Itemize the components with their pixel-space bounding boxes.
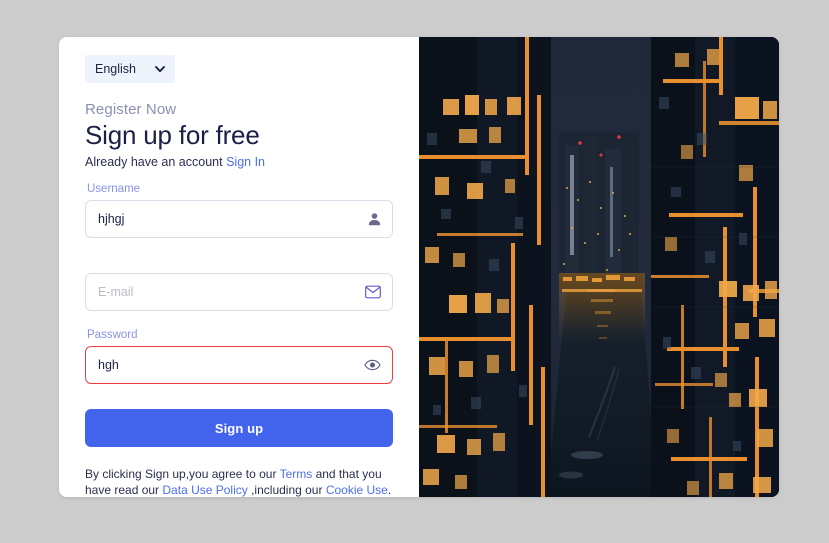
cityscape-illustration [419,37,779,497]
password-input[interactable] [86,347,392,383]
page-title: Sign up for free [85,120,260,150]
signup-card: English Register Now Sign up for free Al… [59,37,779,497]
username-input-wrap[interactable] [85,200,393,238]
password-input-wrap[interactable] [85,346,393,384]
legal-text: By clicking Sign up,you agree to our Ter… [85,466,393,497]
envelope-icon [365,285,381,299]
signup-button[interactable]: Sign up [85,409,393,447]
password-label: Password [87,329,138,341]
account-prompt-text: Already have an account [85,155,227,169]
eye-icon[interactable] [364,359,381,371]
email-label [87,256,393,270]
sign-in-link[interactable]: Sign In [226,155,265,169]
user-icon [368,212,381,226]
language-selector[interactable]: English [85,55,175,83]
username-input[interactable] [86,201,392,237]
data-use-policy-link[interactable]: Data Use Policy [162,483,247,497]
username-label: Username [87,183,141,195]
username-field: Username [85,183,393,238]
form-panel: English Register Now Sign up for free Al… [59,37,419,497]
password-field: Password [85,329,393,384]
email-input-wrap[interactable] [85,273,393,311]
legal-part-3: ,including our [247,483,326,497]
signup-page: English Register Now Sign up for free Al… [0,0,829,543]
legal-part-1: By clicking Sign up,you agree to our [85,467,280,481]
night-cityscape-image [419,37,779,497]
account-prompt: Already have an account Sign In [85,155,393,169]
language-select[interactable]: English [85,55,175,83]
legal-part-4: . [387,483,392,497]
email-input[interactable] [86,274,392,310]
cookie-use-link[interactable]: Cookie Use [326,483,388,497]
eyebrow-text: Register Now [85,101,177,118]
email-field [85,256,393,311]
terms-link[interactable]: Terms [280,467,313,481]
